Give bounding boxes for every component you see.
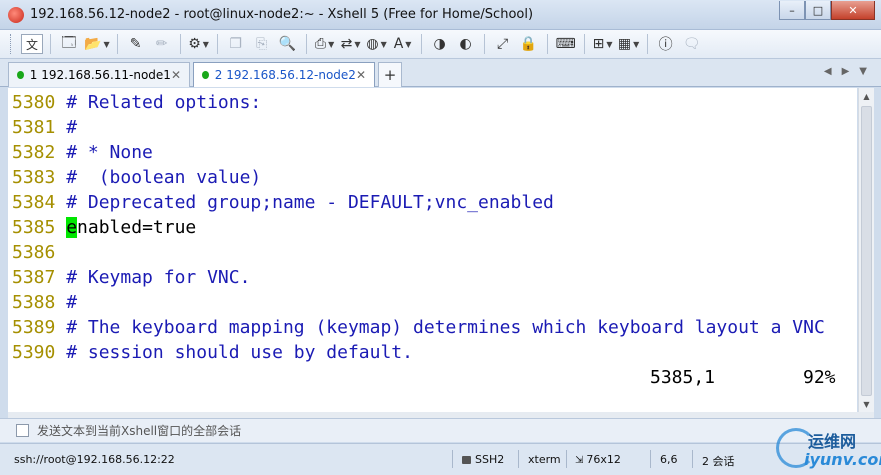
toolbar-grip[interactable]: [10, 34, 13, 54]
terminal-line: 5386: [12, 242, 56, 263]
text-cursor: e: [66, 217, 78, 238]
scroll-percent: 92%: [803, 367, 836, 388]
close-tab-icon[interactable]: ✕: [356, 68, 366, 82]
terminal-line: 5382 # * None: [12, 142, 153, 163]
compose-input[interactable]: 发送文本到当前Xshell窗口的全部会话: [37, 422, 241, 439]
toolbar-separator: [583, 34, 585, 54]
resize-icon: ⇲: [575, 455, 584, 466]
toolbar: 文 🗔 📂 ▼ ✎ ✏ ⚙ ▼ ❐ ⎘ 🔍 ⎙ ▼ ⇄ ▼ ◍ ▼ A ▼ ◑ ◐ ⤢ 🔒 …: [0, 30, 881, 59]
new-tab-button[interactable]: +: [378, 62, 402, 87]
close-button[interactable]: ✕: [831, 1, 875, 20]
status-separator: [566, 450, 567, 468]
scroll-down-icon[interactable]: ▼: [859, 396, 874, 412]
title-bar: 192.168.56.12-node2 - root@linux-node2:~…: [0, 0, 881, 30]
toolbar-separator: [546, 34, 548, 54]
status-separator: [518, 450, 519, 468]
print-icon[interactable]: ⎙ ▼: [314, 33, 336, 55]
tab-node1[interactable]: 1 192.168.56.11-node1 ✕: [8, 62, 190, 87]
terminal-output[interactable]: 5380 # Related options: 5381 # 5382 # * …: [8, 88, 857, 412]
xshell-icon[interactable]: ◐: [455, 33, 477, 55]
compose-bar: 发送文本到当前Xshell窗口的全部会话: [0, 418, 881, 442]
tab-node2[interactable]: 2 192.168.56.12-node2 ✕: [193, 62, 375, 87]
xshell-app-icon: [8, 7, 24, 23]
tab-label: 1 192.168.56.11-node1: [29, 68, 171, 82]
status-separator: [692, 450, 693, 468]
toolbar-separator: [646, 34, 648, 54]
tab-scroll-right-icon[interactable]: ▶: [842, 66, 850, 77]
toolbar-separator: [116, 34, 118, 54]
toolbar-separator: [483, 34, 485, 54]
session-count: 2 会话: [702, 455, 735, 468]
terminal-line: 5389 # The keyboard mapping (keymap) det…: [12, 317, 825, 338]
window-controls: – □ ✕: [779, 1, 875, 20]
open-folder-icon[interactable]: 📂 ▼: [84, 33, 110, 55]
send-to-all-checkbox[interactable]: [16, 424, 29, 437]
fullscreen-icon[interactable]: ⤢: [492, 33, 514, 55]
terminal-line: 5387 # Keymap for VNC.: [12, 267, 251, 288]
pen-icon[interactable]: ✎: [125, 33, 147, 55]
terminal-size: ⇲ 76x12: [575, 453, 621, 466]
lock-icon[interactable]: 🔒: [518, 33, 540, 55]
tab-scroll-left-icon[interactable]: ◀: [824, 66, 832, 77]
terminal-type: xterm: [528, 453, 561, 466]
close-tab-icon[interactable]: ✕: [171, 68, 181, 82]
terminal-line: 5388 #: [12, 292, 78, 313]
terminal-line: 5381 #: [12, 117, 78, 138]
status-bar: ssh://root@192.168.56.12:22 SSH2 xterm ⇲…: [0, 443, 881, 475]
lock-icon: [462, 456, 471, 464]
cursor-position: 5385,1: [650, 367, 716, 388]
window-title: 192.168.56.12-node2 - root@linux-node2:~…: [30, 7, 534, 22]
terminal-line: 5390 # session should use by default.: [12, 342, 413, 363]
terminal-line: 5383 # (boolean value): [12, 167, 262, 188]
tab-list-icon[interactable]: ▼: [859, 66, 867, 77]
maximize-button[interactable]: □: [805, 1, 831, 20]
connected-status-icon: [202, 71, 209, 79]
cursor-status: 6,6: [660, 453, 678, 466]
watermark-text: 运维网: [808, 432, 857, 451]
layout-icon[interactable]: ▦ ▼: [618, 33, 640, 55]
keyboard-icon[interactable]: ⌨: [555, 33, 577, 55]
paste-icon[interactable]: ⎘: [251, 33, 273, 55]
tab-label: 2 192.168.56.12-node2: [214, 68, 356, 82]
terminal-line: 5385 enabled=true: [12, 217, 197, 238]
vim-status-line: 5385,1 92%: [8, 365, 857, 390]
connection-address: ssh://root@192.168.56.12:22: [14, 453, 175, 466]
toolbar-separator: [50, 34, 51, 54]
scrollbar-thumb[interactable]: [861, 106, 872, 396]
toolbar-separator: [420, 34, 422, 54]
site-watermark: 运维网 iyunv.com: [770, 426, 881, 474]
vertical-scrollbar[interactable]: ▲ ▼: [858, 88, 874, 412]
terminal-line: 5384 # Deprecated group;name - DEFAULT;v…: [12, 192, 554, 213]
watermark-domain: iyunv.com: [804, 450, 881, 469]
status-separator: [452, 450, 453, 468]
toolbar-separator: [216, 34, 218, 54]
toolbar-separator: [305, 34, 307, 54]
transfer-icon[interactable]: ⇄ ▼: [340, 33, 362, 55]
status-separator: [650, 450, 651, 468]
copy-icon[interactable]: ❐: [225, 33, 247, 55]
language-button[interactable]: 文: [21, 34, 43, 54]
tab-navigation: ◀ ▶ ▼: [824, 66, 867, 77]
chat-icon[interactable]: 🗨: [681, 33, 703, 55]
toolbar-separator: [179, 34, 181, 54]
connected-status-icon: [17, 71, 24, 79]
terminal-line: 5380 # Related options:: [12, 92, 262, 113]
globe-icon[interactable]: ◍ ▼: [366, 33, 388, 55]
minimize-button[interactable]: –: [779, 1, 805, 20]
find-icon[interactable]: 🔍: [277, 33, 299, 55]
properties-icon[interactable]: ⚙ ▼: [188, 33, 210, 55]
font-icon[interactable]: A ▼: [392, 33, 414, 55]
xftp-icon[interactable]: ◑: [429, 33, 451, 55]
help-icon[interactable]: ⓘ: [655, 33, 677, 55]
protocol-status: SSH2: [462, 453, 504, 466]
new-session-icon[interactable]: 🗔: [58, 33, 80, 55]
eraser-icon[interactable]: ✏: [151, 33, 173, 55]
scroll-up-icon[interactable]: ▲: [859, 88, 874, 104]
add-icon[interactable]: ⊞ ▼: [592, 33, 614, 55]
tab-bar: 1 192.168.56.11-node1 ✕ 2 192.168.56.12-…: [0, 59, 881, 87]
